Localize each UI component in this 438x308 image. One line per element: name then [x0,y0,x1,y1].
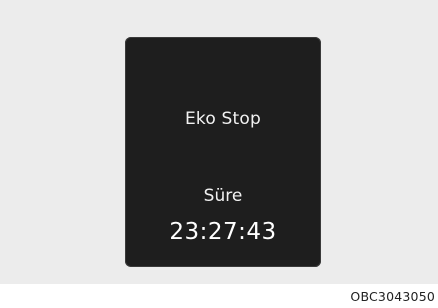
duration-value: 23:27:43 [169,219,277,245]
eco-stop-title: Eko Stop [184,109,262,129]
figure-code-label: OBC3043050 [350,289,435,304]
figure-panel: Eko Stop Süre 23:27:43 [0,0,438,284]
cluster-display-screen: Eko Stop Süre 23:27:43 [125,37,321,267]
manual-figure: Eko Stop Süre 23:27:43 OBC3043050 [0,0,438,308]
duration-label: Süre [203,186,243,206]
